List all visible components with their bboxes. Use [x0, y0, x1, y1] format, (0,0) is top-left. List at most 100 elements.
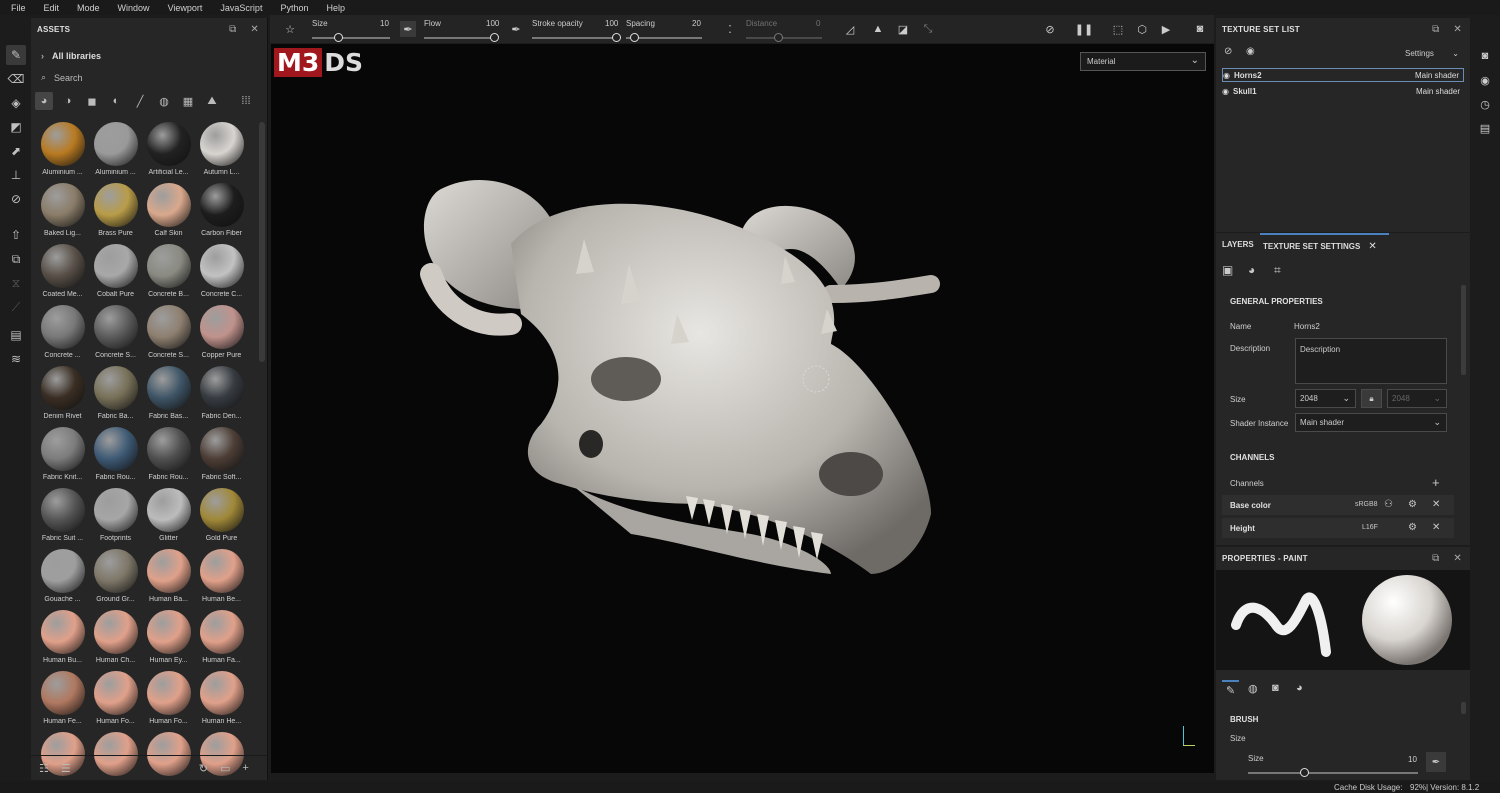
tab-texture-set-settings[interactable]: TEXTURE SET SETTINGS ✕: [1260, 233, 1389, 257]
material-tile[interactable]: Fabric Bas...: [142, 364, 195, 425]
menu-python[interactable]: Python: [280, 3, 308, 13]
grid-view-icon[interactable]: ⁞⁞⁞: [237, 92, 255, 110]
material-tile[interactable]: Human Be...: [195, 547, 248, 608]
3d-viewport[interactable]: M3 DS Material ⌄: [271, 44, 1214, 773]
material-tile[interactable]: Human Fo...: [89, 669, 142, 730]
angle-icon[interactable]: ◿: [842, 21, 858, 37]
close-icon[interactable]: ✕: [250, 24, 259, 35]
menu-help[interactable]: Help: [326, 3, 345, 13]
material-tile[interactable]: Human Fo...: [142, 669, 195, 730]
assets-scrollbar[interactable]: [259, 122, 265, 362]
menu-javascript[interactable]: JavaScript: [220, 3, 262, 13]
tab-layers[interactable]: LAYERS: [1222, 233, 1254, 255]
material-tile[interactable]: Fabric Rou...: [142, 425, 195, 486]
distance-slider-knob[interactable]: [774, 33, 783, 42]
alpha-filter-icon[interactable]: ◍: [155, 92, 173, 110]
channel-link-icon[interactable]: ⚇: [1384, 499, 1393, 510]
eraser-icon[interactable]: ⌫: [6, 69, 26, 89]
color-picker-icon[interactable]: ⊘: [6, 189, 26, 209]
add-channel-icon[interactable]: +: [1432, 475, 1440, 490]
visibility-toggle-icon[interactable]: ⊘: [1042, 21, 1058, 37]
material-tile[interactable]: Fabric Den...: [195, 364, 248, 425]
material-tile[interactable]: Denim Rivet: [36, 364, 89, 425]
spacing-slider-knob[interactable]: [630, 33, 639, 42]
camera-icon[interactable]: ◙: [1477, 48, 1493, 64]
material-tile[interactable]: Concrete ...: [36, 303, 89, 364]
pause-icon[interactable]: ❚❚: [1075, 21, 1093, 37]
assets-search[interactable]: ⌕ Search: [41, 72, 83, 83]
new-folder-icon[interactable]: ▭: [220, 762, 230, 775]
hide-all-icon[interactable]: ⊘: [1224, 46, 1232, 57]
material-tile[interactable]: Brass Pure: [89, 181, 142, 242]
remove-channel-icon[interactable]: ✕: [1432, 499, 1440, 510]
smart-mask-filter-icon[interactable]: ◼: [83, 92, 101, 110]
undock-icon[interactable]: ⧉: [229, 24, 236, 35]
stroke-opacity-slider-knob[interactable]: [612, 33, 621, 42]
environment-filter-icon[interactable]: ⛰: [203, 92, 221, 110]
channel-row[interactable]: Height L16F ⚙ ✕: [1222, 518, 1454, 538]
shader-instance-dropdown[interactable]: Main shader ⌄: [1295, 413, 1447, 432]
undock-icon[interactable]: ⧉: [1432, 24, 1439, 35]
display-settings-icon[interactable]: ◉: [1477, 72, 1493, 88]
material-tile[interactable]: Human Ey...: [142, 608, 195, 669]
material-tile[interactable]: Human Fe...: [36, 669, 89, 730]
size-dropdown-locked[interactable]: 2048 ⌄: [1387, 389, 1447, 408]
settings-panel-icon[interactable]: ▣: [1222, 263, 1233, 277]
material-tile[interactable]: Human Bu...: [36, 608, 89, 669]
alpha-tab-icon[interactable]: ◍: [1248, 682, 1258, 695]
description-field[interactable]: Description: [1295, 338, 1447, 384]
log-icon[interactable]: ▤: [1477, 120, 1493, 136]
menu-edit[interactable]: Edit: [44, 3, 60, 13]
material-tile[interactable]: Cobalt Pure: [89, 242, 142, 303]
smudge-icon[interactable]: ⬈: [6, 141, 26, 161]
bake-icon[interactable]: ⇧: [6, 225, 26, 245]
brush-filter-icon[interactable]: ╱: [131, 92, 149, 110]
resize-icon[interactable]: ⤡: [920, 21, 936, 37]
search-input[interactable]: Search: [54, 73, 83, 83]
pen-pressure-icon[interactable]: ✒: [1426, 752, 1446, 772]
refresh-icon[interactable]: ↻: [199, 762, 208, 775]
viewport-mode-dropdown[interactable]: Material ⌄: [1080, 52, 1206, 71]
material-tile[interactable]: Aluminium ...: [36, 120, 89, 181]
smart-material-filter-icon[interactable]: ◑: [59, 92, 77, 110]
material-tile[interactable]: Fabric Soft...: [195, 425, 248, 486]
hourglass-icon[interactable]: ⧖: [6, 273, 26, 293]
menu-file[interactable]: File: [11, 3, 26, 13]
texture-filter-icon[interactable]: ▦: [179, 92, 197, 110]
uv-crop-icon[interactable]: ⌗: [1274, 263, 1281, 278]
flow-pressure-icon[interactable]: ✒: [508, 21, 524, 37]
material-tile[interactable]: Calf Skin: [142, 181, 195, 242]
menu-mode[interactable]: Mode: [77, 3, 100, 13]
dragon-skull-model[interactable]: [271, 44, 1214, 773]
settings-scrollbar[interactable]: [1461, 285, 1466, 375]
texture-set-row[interactable]: ◉ Skull1 Main shader: [1222, 84, 1464, 98]
material-tile[interactable]: Fabric Rou...: [89, 425, 142, 486]
brush-preview[interactable]: [1216, 570, 1470, 670]
material-tab-icon[interactable]: ◕: [1296, 682, 1303, 694]
material-tile[interactable]: Fabric Knit...: [36, 425, 89, 486]
clone-stamp-icon[interactable]: ⊥: [6, 165, 26, 185]
material-ball-icon[interactable]: ◕: [1248, 263, 1255, 277]
settings-dropdown[interactable]: Settings ⌄: [1405, 44, 1463, 62]
gear-icon[interactable]: ⚙: [1408, 522, 1417, 533]
filter-icon[interactable]: ◐: [107, 92, 125, 110]
stencil-tab-icon[interactable]: ◙: [1272, 682, 1279, 694]
menu-viewport[interactable]: Viewport: [168, 3, 203, 13]
material-tile[interactable]: Glitter: [142, 486, 195, 547]
material-tile[interactable]: Coated Me...: [36, 242, 89, 303]
size-slider[interactable]: [1248, 772, 1418, 774]
lock-icon[interactable]: 🔒︎: [1361, 389, 1382, 408]
brush-tab-icon[interactable]: ✎: [1222, 680, 1240, 699]
symmetry-icon[interactable]: ☆: [282, 21, 298, 37]
material-tile[interactable]: Aluminium ...: [89, 120, 142, 181]
eye-icon[interactable]: ◉: [1222, 87, 1229, 96]
material-tile[interactable]: Human Ch...: [89, 608, 142, 669]
material-tile[interactable]: Gold Pure: [195, 486, 248, 547]
size-dropdown[interactable]: 2048 ⌄: [1295, 389, 1356, 408]
close-icon[interactable]: ✕: [1453, 24, 1462, 35]
material-tile[interactable]: Human He...: [195, 669, 248, 730]
list-view-icon[interactable]: ☷: [39, 762, 49, 775]
menu-window[interactable]: Window: [118, 3, 150, 13]
material-tile[interactable]: Human Ba...: [142, 547, 195, 608]
properties-scrollbar[interactable]: [1461, 702, 1466, 714]
